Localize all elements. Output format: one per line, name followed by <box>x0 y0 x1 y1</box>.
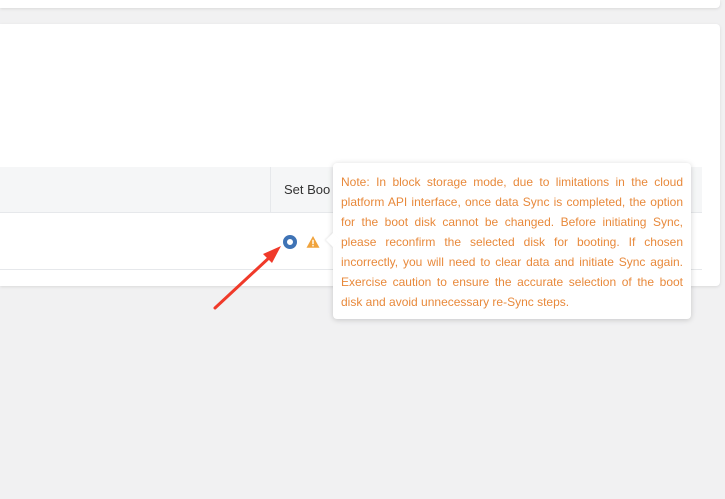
warning-tooltip: Note: In block storage mode, due to limi… <box>325 163 691 319</box>
set-boot-column-header: Set Boo <box>284 182 331 197</box>
top-card <box>0 0 720 8</box>
column-divider <box>270 167 271 212</box>
red-arrow-icon <box>213 246 281 310</box>
warning-triangle-icon[interactable] <box>306 235 320 249</box>
tooltip-note-text: Note: In block storage mode, due to limi… <box>341 175 683 309</box>
